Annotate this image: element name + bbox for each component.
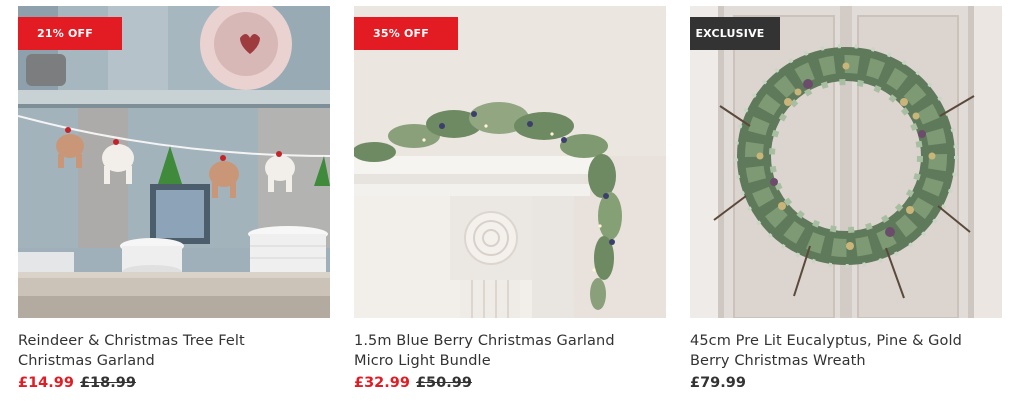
product-card-reindeer-garland[interactable]: 21% OFF Reindeer & Christmas Tree Felt C…	[18, 6, 330, 393]
sale-price: £14.99	[18, 375, 74, 391]
price-row: £79.99	[690, 373, 1002, 393]
product-title-line-2[interactable]: Berry Christmas Wreath	[690, 351, 1002, 371]
reindeer-garland-photo	[18, 6, 330, 318]
product-card-eucalyptus-wreath[interactable]: EXCLUSIVE 45cm Pre Lit Eucalyptus, Pine …	[690, 6, 1002, 393]
product-title[interactable]: Reindeer & Christmas Tree Felt Christmas…	[18, 331, 330, 371]
sale-price: £32.99	[354, 375, 410, 391]
was-price: £50.99	[415, 375, 472, 391]
wreath-photo	[690, 6, 1002, 318]
product-grid: 21% OFF Reindeer & Christmas Tree Felt C…	[0, 0, 1013, 404]
price-row: £14.99 £18.99	[18, 373, 330, 393]
was-price: £18.99	[79, 375, 136, 391]
product-title-line-1[interactable]: Reindeer & Christmas Tree Felt	[18, 331, 330, 351]
product-title-line-1[interactable]: 45cm Pre Lit Eucalyptus, Pine & Gold	[690, 331, 1002, 351]
price-row: £32.99 £50.99	[354, 373, 666, 393]
product-title-line-2[interactable]: Christmas Garland	[18, 351, 330, 371]
exclusive-badge: EXCLUSIVE	[690, 17, 780, 50]
product-image[interactable]: EXCLUSIVE	[690, 6, 1002, 318]
product-title[interactable]: 1.5m Blue Berry Christmas Garland Micro …	[354, 331, 666, 371]
berry-garland-photo	[354, 6, 666, 318]
product-image[interactable]: 35% OFF	[354, 6, 666, 318]
discount-badge: 21% OFF	[18, 17, 122, 50]
product-card-blue-berry-garland[interactable]: 35% OFF 1.5m Blue Berry Christmas Garlan…	[354, 6, 666, 393]
product-title-line-1[interactable]: 1.5m Blue Berry Christmas Garland	[354, 331, 666, 351]
product-title[interactable]: 45cm Pre Lit Eucalyptus, Pine & Gold Ber…	[690, 331, 1002, 371]
product-image[interactable]: 21% OFF	[18, 6, 330, 318]
product-title-line-2[interactable]: Micro Light Bundle	[354, 351, 666, 371]
price: £79.99	[690, 375, 746, 391]
discount-badge: 35% OFF	[354, 17, 458, 50]
